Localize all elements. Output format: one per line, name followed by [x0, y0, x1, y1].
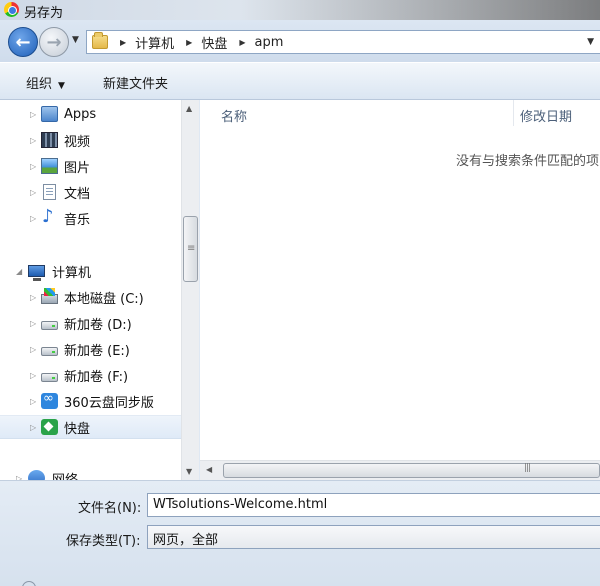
breadcrumb-separator-icon[interactable]: ▶ [239, 38, 245, 47]
grip-icon: ||| [524, 463, 531, 473]
sidebar-item-label: 视频 [64, 134, 91, 150]
picture-icon [41, 158, 58, 174]
expand-arrow-icon[interactable]: ▷ [30, 136, 36, 145]
window-title: 另存为 [24, 6, 64, 21]
filetype-select[interactable]: 网页，全部 [147, 525, 600, 549]
breadcrumb-kuaipan[interactable]: 快盘 [201, 33, 227, 52]
column-header-modified-date[interactable]: 修改日期 [520, 106, 572, 125]
organize-label: 组织 [26, 77, 53, 92]
column-divider[interactable] [513, 100, 514, 126]
expand-arrow-icon[interactable]: ▷ [30, 162, 36, 171]
sidebar-item-label: 网络 [52, 472, 79, 481]
scrollbar-thumb[interactable]: ≡ [183, 216, 198, 282]
scroll-left-icon[interactable]: ◀ [206, 465, 212, 474]
expand-arrow-icon[interactable]: ▷ [30, 319, 36, 328]
command-toolbar: 组织 ▼ 新建文件夹 [0, 62, 600, 100]
navigation-pane: ▷ Apps ▷ 视频 ▷ 图片 ▷ 文档 ▷ 音乐 ◢ 计算机 ▷ 本地磁盘 … [0, 100, 181, 480]
arrow-left-icon: ← [15, 31, 31, 53]
scroll-down-icon[interactable]: ▼ [186, 467, 192, 476]
network-icon [28, 470, 45, 480]
title-bar: 另存为 [0, 0, 600, 21]
sidebar-item-apps[interactable]: ▷ Apps [0, 102, 181, 126]
cloud-sync-icon [41, 391, 58, 409]
video-icon [41, 132, 58, 148]
expand-arrow-icon[interactable]: ▷ [30, 345, 36, 354]
new-folder-button[interactable]: 新建文件夹 [103, 73, 168, 92]
system-drive-icon [41, 288, 58, 304]
scroll-up-icon[interactable]: ▲ [186, 104, 192, 113]
organize-button[interactable]: 组织 ▼ [26, 73, 65, 92]
apps-icon [41, 106, 58, 122]
sort-ascending-icon: ˄ [357, 100, 362, 108]
grip-icon: ≡ [187, 243, 196, 254]
filename-input[interactable]: WTsolutions-Welcome.html [147, 493, 600, 517]
sidebar-item-label: 本地磁盘 (C:) [64, 291, 144, 307]
breadcrumb-apm[interactable]: apm [255, 35, 284, 50]
sidebar-scrollbar[interactable]: ▲ ≡ ▼ [181, 100, 199, 480]
computer-icon [28, 265, 45, 281]
chevron-down-icon: ▼ [58, 81, 65, 91]
address-bar[interactable]: ▶ 计算机 ▶ 快盘 ▶ apm ▼ [86, 30, 600, 54]
sidebar-item-volume-f[interactable]: ▷ 新加卷 (F:) [0, 363, 181, 387]
file-list-pane[interactable]: ˄ 名称 修改日期 没有与搜索条件匹配的项 [200, 100, 600, 460]
sidebar-item-kuaipan[interactable]: ▷ 快盘 [0, 415, 181, 439]
sidebar-item-music[interactable]: ▷ 音乐 [0, 206, 181, 230]
empty-results-message: 没有与搜索条件匹配的项 [456, 154, 600, 169]
sidebar-item-network[interactable]: ▷ 网络 [0, 466, 181, 480]
sidebar-item-label: 新加卷 (D:) [64, 317, 132, 333]
expand-arrow-icon[interactable]: ▷ [30, 214, 36, 223]
breadcrumb-computer[interactable]: 计算机 [135, 33, 174, 52]
sidebar-item-label: Apps [64, 106, 97, 122]
expand-arrow-icon[interactable]: ▷ [30, 423, 36, 432]
sidebar-item-label: 计算机 [52, 265, 92, 281]
sidebar-item-label: 新加卷 (F:) [64, 369, 129, 385]
sidebar-item-label: 360云盘同步版 [64, 395, 154, 411]
sidebar-item-label: 文档 [64, 186, 91, 202]
sidebar-item-volume-d[interactable]: ▷ 新加卷 (D:) [0, 311, 181, 335]
sidebar-item-label: 音乐 [64, 212, 91, 228]
title-bar-shade [240, 0, 600, 20]
column-header-name[interactable]: 名称 [221, 106, 247, 125]
drive-icon [41, 347, 58, 356]
breadcrumb-separator-icon[interactable]: ▶ [120, 38, 126, 47]
expand-arrow-icon[interactable]: ▷ [30, 188, 36, 197]
music-icon [41, 206, 58, 227]
chrome-icon [4, 2, 19, 17]
arrow-right-icon: → [46, 31, 62, 53]
expand-arrow-icon[interactable]: ▷ [30, 371, 36, 380]
sidebar-item-label: 图片 [64, 160, 91, 176]
expand-arrow-icon[interactable]: ▷ [30, 110, 36, 119]
drive-icon [41, 373, 58, 382]
sidebar-item-documents[interactable]: ▷ 文档 [0, 180, 181, 204]
file-list-horizontal-scrollbar[interactable]: ◀ ||| [200, 460, 600, 480]
breadcrumb-separator-icon[interactable]: ▶ [186, 38, 192, 47]
sidebar-item-label: 新加卷 (E:) [64, 343, 130, 359]
sidebar-item-volume-e[interactable]: ▷ 新加卷 (E:) [0, 337, 181, 361]
sidebar-item-360-cloud[interactable]: ▷ 360云盘同步版 [0, 389, 181, 413]
save-form: 文件名(N): WTsolutions-Welcome.html 保存类型(T)… [0, 480, 600, 586]
back-button[interactable]: ← [8, 27, 38, 57]
folder-icon [92, 32, 108, 49]
document-icon [43, 184, 56, 200]
hide-folders-toggle[interactable] [22, 581, 36, 586]
kuaipan-icon [41, 419, 58, 435]
drive-icon [41, 321, 58, 330]
expand-arrow-icon[interactable]: ▷ [30, 293, 36, 302]
filename-label: 文件名(N): [78, 501, 142, 516]
sidebar-item-label: 快盘 [64, 421, 91, 437]
sidebar-item-pictures[interactable]: ▷ 图片 [0, 154, 181, 178]
filetype-label: 保存类型(T): [66, 534, 141, 549]
collapse-arrow-icon[interactable]: ◢ [16, 267, 22, 276]
forward-button[interactable]: → [39, 27, 69, 57]
sidebar-item-computer[interactable]: ◢ 计算机 [0, 259, 181, 283]
sidebar-item-local-disk-c[interactable]: ▷ 本地磁盘 (C:) [0, 285, 181, 309]
scrollbar-thumb[interactable]: ||| [223, 463, 600, 478]
expand-arrow-icon[interactable]: ▷ [30, 397, 36, 406]
chevron-down-icon[interactable]: ▼ [587, 37, 594, 47]
sidebar-item-videos[interactable]: ▷ 视频 [0, 128, 181, 152]
navigation-bar: ← → ▼ ▶ 计算机 ▶ 快盘 ▶ apm ▼ [0, 20, 600, 62]
recent-locations-dropdown[interactable]: ▼ [72, 35, 79, 45]
